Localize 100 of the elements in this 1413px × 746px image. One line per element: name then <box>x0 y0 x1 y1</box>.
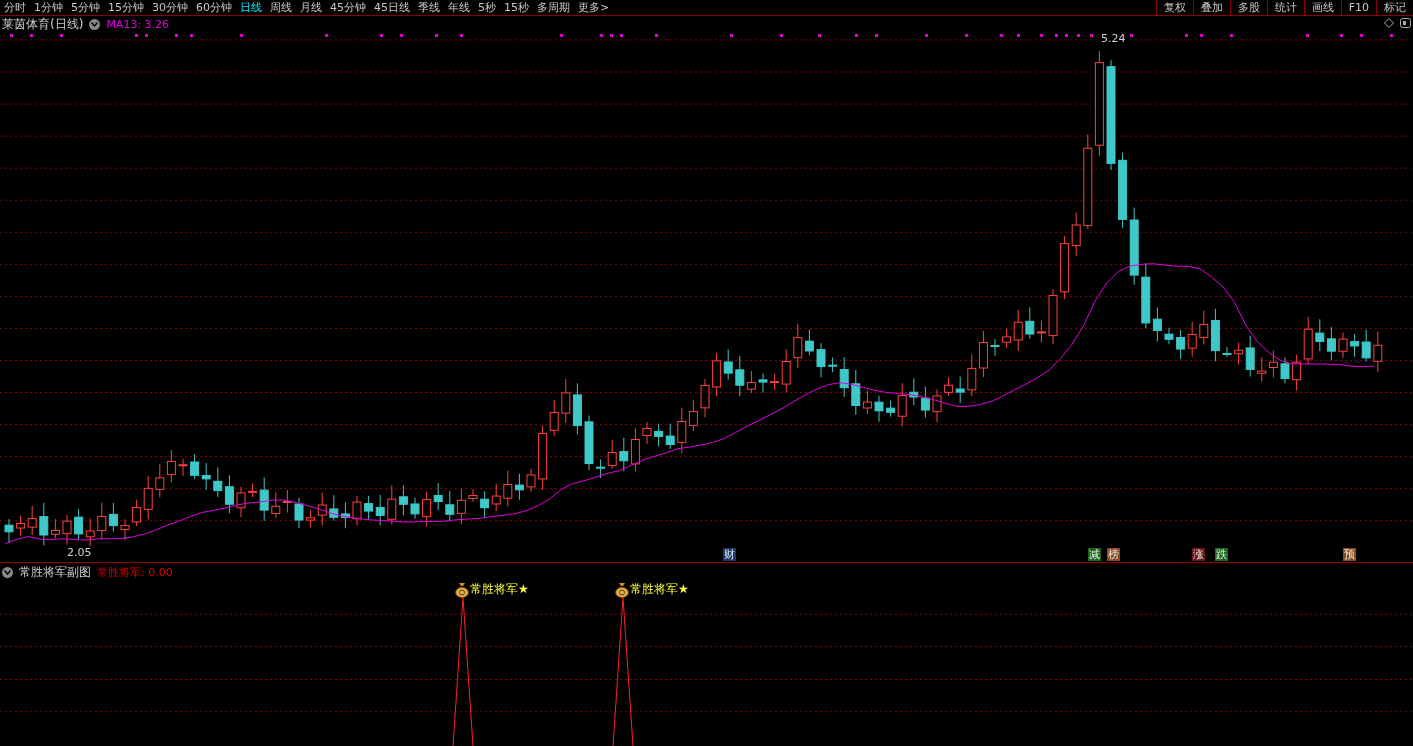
candlestick <box>4 518 14 543</box>
candlestick <box>909 377 919 406</box>
money-bag-icon <box>615 581 629 598</box>
period-tab[interactable]: 15分钟 <box>104 0 148 15</box>
candlestick <box>932 389 942 423</box>
candlestick <box>282 489 292 513</box>
candlestick <box>387 484 397 525</box>
candlestick <box>1048 288 1058 345</box>
candlestick <box>491 483 501 512</box>
candlestick <box>700 378 710 418</box>
candlestick <box>236 486 246 518</box>
candlestick <box>166 449 176 483</box>
tool-button[interactable]: 统计 <box>1266 0 1304 15</box>
period-tab[interactable]: 45分钟 <box>326 0 370 15</box>
panel-icon[interactable] <box>1400 18 1411 28</box>
candlestick <box>224 474 234 514</box>
tool-button[interactable]: F10 <box>1340 0 1376 15</box>
diamond-icon[interactable] <box>1384 18 1394 28</box>
tool-button[interactable]: 叠加 <box>1192 0 1230 15</box>
period-tab[interactable]: 1分钟 <box>30 0 67 15</box>
candlestick <box>352 495 362 526</box>
indicator-value: MA13: 3.26 <box>106 17 170 31</box>
dropdown-icon[interactable] <box>2 566 13 578</box>
period-tab[interactable]: 30分钟 <box>148 0 192 15</box>
candlestick <box>364 495 374 521</box>
period-tab[interactable]: 60分钟 <box>192 0 236 15</box>
candlestick <box>62 514 72 546</box>
period-tab[interactable]: 分时 <box>0 0 30 15</box>
candlestick <box>688 399 698 432</box>
event-tag[interactable]: 榜 <box>1107 548 1120 561</box>
candlestick <box>85 518 95 547</box>
subchart-title: 常胜将军副图 <box>19 563 91 581</box>
candlestick <box>955 376 965 404</box>
candlestick <box>1315 318 1325 352</box>
candlestick <box>1187 321 1197 358</box>
candlestick <box>1303 316 1313 365</box>
event-tag[interactable]: 跌 <box>1215 548 1228 561</box>
indicator-value: 常胜将军: 0.00 <box>97 564 173 580</box>
tool-button[interactable]: 画线 <box>1303 0 1341 15</box>
candlestick <box>654 423 664 448</box>
chart-title: 莱茵体育(日线) <box>2 15 84 33</box>
candlestick <box>758 373 768 393</box>
candlestick <box>990 338 1000 357</box>
candlestick <box>1268 350 1278 378</box>
candlestick <box>213 466 223 498</box>
period-tab[interactable]: 月线 <box>296 0 326 15</box>
candlestick <box>677 407 687 454</box>
candlestick <box>1257 356 1267 383</box>
candlestick <box>514 473 524 501</box>
candlestick <box>201 462 211 491</box>
tool-button[interactable]: 标记 <box>1376 0 1413 15</box>
period-tab[interactable]: 周线 <box>266 0 296 15</box>
candlestick <box>468 488 478 503</box>
candlestick <box>433 482 443 511</box>
candlestick <box>572 382 582 435</box>
candlestick <box>271 491 281 519</box>
candlestick <box>97 502 107 541</box>
period-tab[interactable]: 15秒 <box>500 0 533 15</box>
candlestick <box>340 501 350 529</box>
period-tab[interactable]: 5分钟 <box>67 0 104 15</box>
candlestick <box>1350 333 1360 358</box>
money-bag-icon <box>455 581 469 598</box>
candlestick <box>816 342 826 378</box>
candlestick <box>155 463 165 498</box>
candlestick <box>1338 332 1348 359</box>
candlestick <box>665 423 675 450</box>
signal-label: 常胜将军★ <box>630 581 689 598</box>
candlestick <box>375 494 385 526</box>
candlestick <box>16 514 26 537</box>
low-price-label: 2.05 <box>66 546 93 559</box>
period-tab[interactable]: 5秒 <box>474 0 500 15</box>
tool-button[interactable]: 复权 <box>1155 0 1193 15</box>
candlestick <box>642 421 652 445</box>
candlestick <box>120 518 130 541</box>
period-tab[interactable]: 日线 <box>236 0 266 15</box>
candlestick <box>456 488 466 525</box>
candlestick <box>1326 326 1336 361</box>
event-tag[interactable]: 减 <box>1088 548 1101 561</box>
period-tab[interactable]: 年线 <box>444 0 474 15</box>
candlestick <box>967 354 977 397</box>
candlestick <box>398 484 408 516</box>
candlestick <box>1025 306 1035 340</box>
candlestick <box>584 415 594 471</box>
period-tab[interactable]: 多周期 <box>533 0 574 15</box>
candlestick <box>978 330 988 378</box>
dropdown-icon[interactable] <box>89 18 101 30</box>
event-tag[interactable]: 涨 <box>1192 548 1205 561</box>
candlestick <box>874 395 884 423</box>
candlestick <box>1280 356 1290 384</box>
period-tab[interactable]: 更多> <box>574 0 614 15</box>
candlestick <box>1222 346 1232 358</box>
period-tab[interactable]: 季线 <box>414 0 444 15</box>
event-tag[interactable]: 预 <box>1343 548 1356 561</box>
signal-label: 常胜将军★ <box>470 581 529 598</box>
period-tab[interactable]: 45日线 <box>370 0 414 15</box>
candlestick <box>108 502 118 533</box>
candlestick <box>619 437 629 472</box>
candlestick <box>410 497 420 520</box>
event-tag[interactable]: 财 <box>723 548 736 561</box>
tool-button[interactable]: 多股 <box>1229 0 1267 15</box>
